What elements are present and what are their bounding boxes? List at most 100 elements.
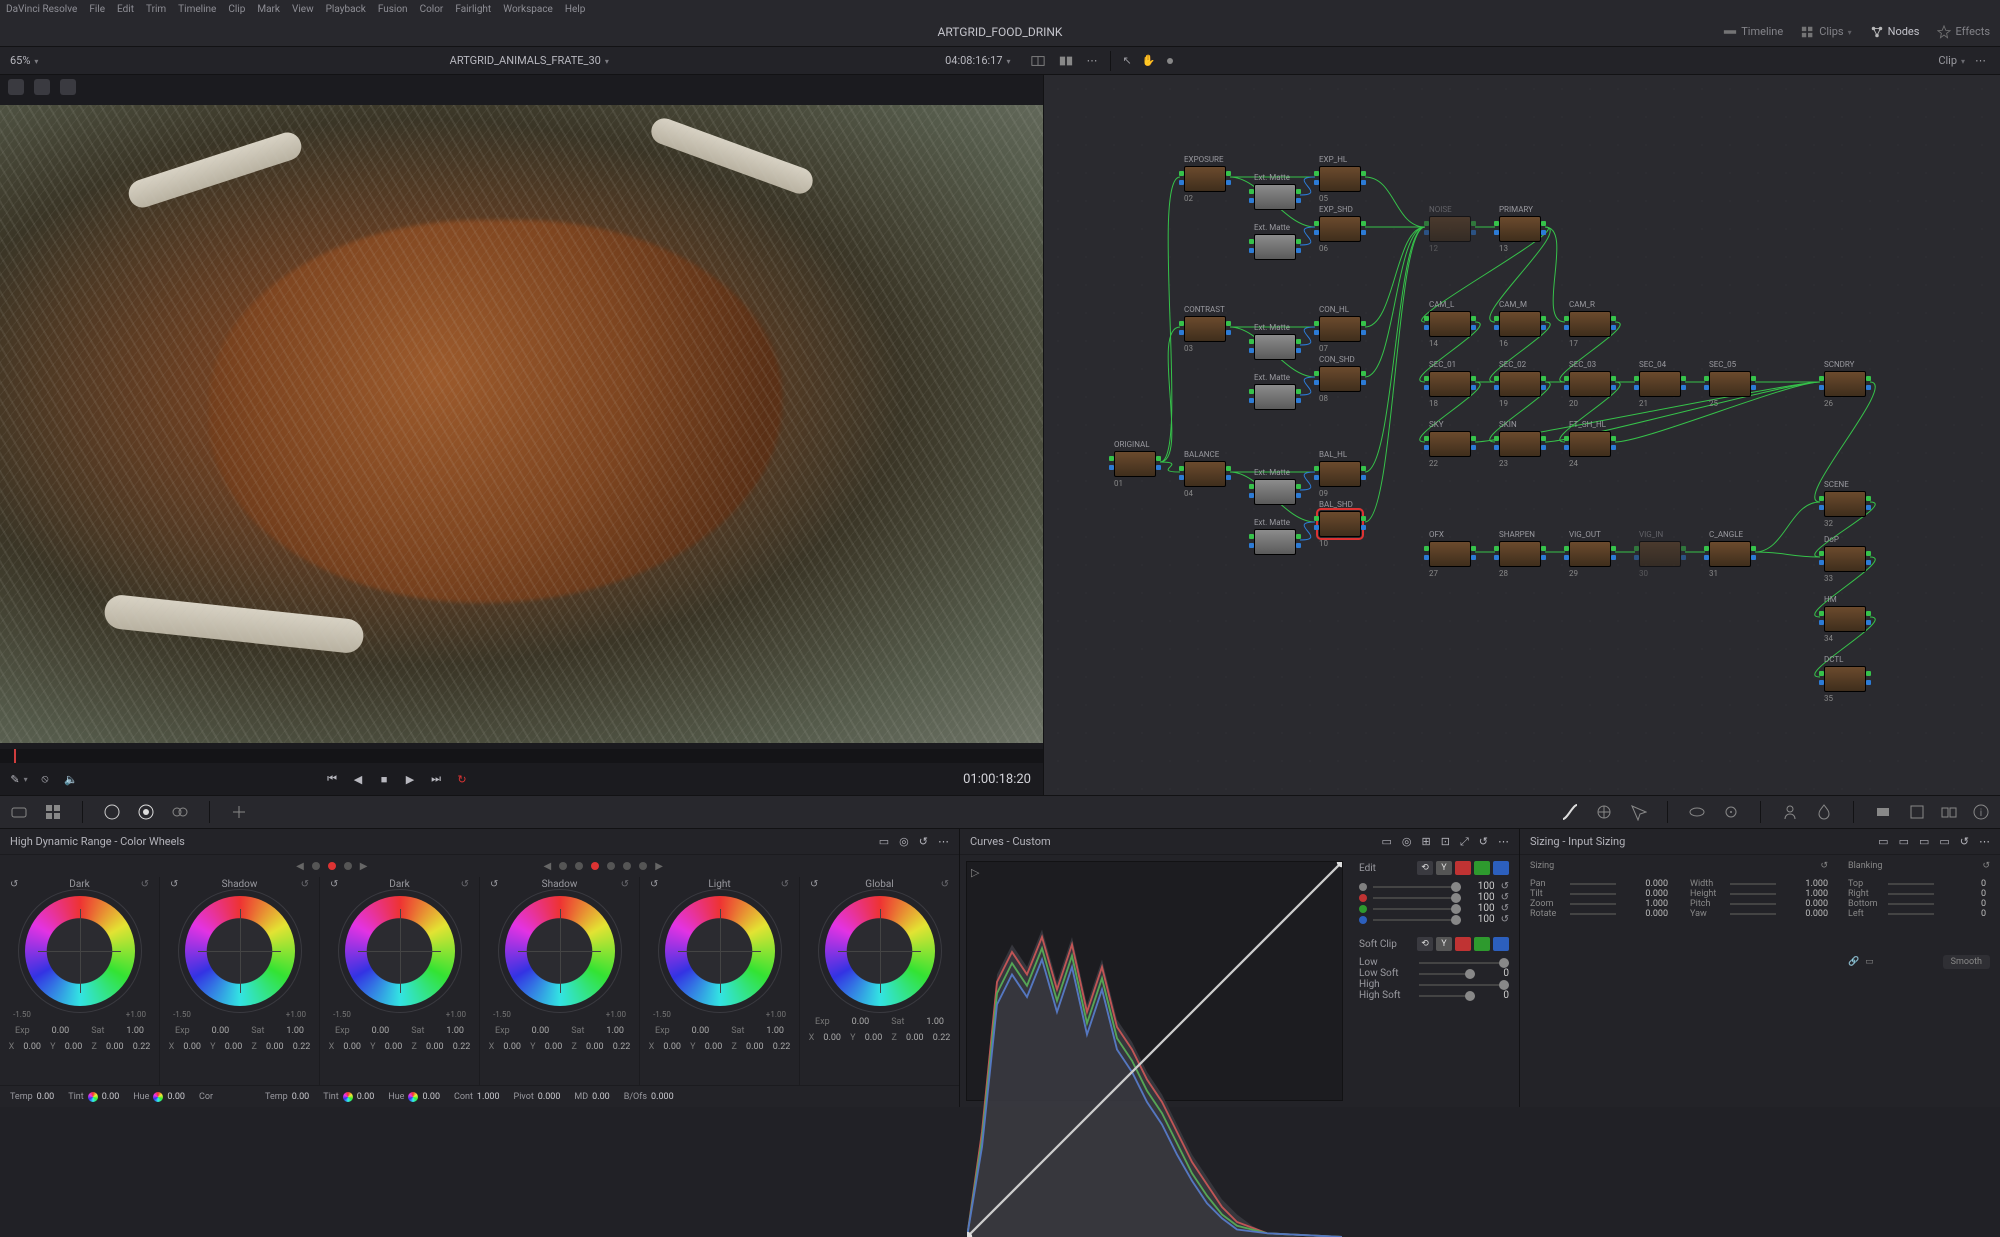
wheel-param-b/ofs[interactable]: B/Ofs0.000 — [624, 1092, 674, 1102]
sizing-mode-icon[interactable]: ▭ — [1899, 835, 1909, 848]
wheels-options-icon[interactable]: ⋯ — [938, 835, 949, 848]
node-cam_r[interactable]: CAM_R 17 — [1569, 300, 1611, 348]
wheels-nav-next[interactable]: ▶ — [655, 861, 663, 872]
viewer-mode-icon-2[interactable] — [34, 79, 50, 95]
blanking-row[interactable]: Left0 — [1848, 909, 1990, 919]
tracker-icon[interactable] — [1722, 803, 1740, 821]
wheel-param-md[interactable]: MD0.00 — [574, 1092, 609, 1102]
smooth-button[interactable]: Smooth — [1943, 955, 1990, 969]
node-dop[interactable]: DoP 33 — [1824, 535, 1866, 583]
wheel-reset-icon[interactable]: ↺ — [301, 879, 309, 890]
stop-icon[interactable]: ■ — [377, 772, 391, 786]
soft-channel-r[interactable] — [1455, 937, 1471, 951]
node-con_shd[interactable]: CON_SHD 08 — [1319, 355, 1361, 403]
pointer-tool-icon[interactable]: ↖ — [1123, 54, 1132, 67]
node-cam_l[interactable]: CAM_L 14 — [1429, 300, 1471, 348]
step-back-icon[interactable]: ◀ — [351, 772, 365, 786]
play-icon[interactable]: ▶ — [403, 772, 417, 786]
wheel-reset-icon[interactable]: ↺ — [141, 879, 149, 890]
reset-icon[interactable]: ↺ — [1501, 881, 1509, 892]
reset-icon[interactable]: ↺ — [1501, 892, 1509, 903]
sizing-row[interactable]: Rotate0.000 Yaw0.000 — [1530, 909, 1828, 919]
node-extmatte2b[interactable]: Ext. Matte — [1254, 373, 1296, 412]
node-dctl[interactable]: DCTL 35 — [1824, 655, 1866, 703]
first-frame-icon[interactable]: ⏮ — [325, 772, 339, 786]
curves-icon[interactable] — [1561, 803, 1579, 821]
node-c_angle[interactable]: C_ANGLE 31 — [1709, 530, 1751, 578]
hdr-wheels-icon[interactable] — [137, 803, 155, 821]
menu-file[interactable]: File — [89, 4, 105, 15]
image-wipe-icon[interactable] — [1031, 53, 1049, 67]
node-graph-pane[interactable]: ORIGINAL 01EXPOSURE 02CONTRAST 03BALANCE… — [1044, 75, 2000, 795]
viewer-scrub-bar[interactable] — [0, 749, 1043, 763]
sizing-row[interactable]: Zoom1.000 Pitch0.000 — [1530, 899, 1828, 909]
soft-channel-y[interactable]: Y — [1436, 937, 1452, 951]
node-extmatte3b[interactable]: Ext. Matte — [1254, 518, 1296, 557]
wheel-param-temp[interactable]: Temp0.00 — [10, 1092, 54, 1102]
node-vig_in[interactable]: VIG_IN 30 — [1639, 530, 1681, 578]
sizing-reset-icon[interactable]: ↺ — [1960, 835, 1969, 848]
color-wheel[interactable] — [505, 896, 615, 1006]
node-ft_sh_hl[interactable]: FT_SH_HL 24 — [1569, 420, 1611, 468]
blanking-row[interactable]: Top0 — [1848, 879, 1990, 889]
sizing-icon[interactable] — [1908, 803, 1926, 821]
wheels-nav-prev[interactable]: ◀ — [296, 861, 304, 872]
wheel-reset-icon[interactable]: ↺ — [490, 879, 498, 890]
key-icon[interactable] — [1874, 803, 1892, 821]
wheels-nav-next[interactable]: ▶ — [360, 861, 368, 872]
wheels-nav-dot[interactable] — [328, 862, 336, 870]
color-checker-icon[interactable] — [44, 803, 62, 821]
node-extmatte1[interactable]: Ext. Matte — [1254, 173, 1296, 212]
wheels-nav-dot[interactable] — [559, 862, 567, 870]
menu-workspace[interactable]: Workspace — [503, 4, 553, 15]
node-con_hl[interactable]: CON_HL 07 — [1319, 305, 1361, 353]
wheels-page-icon-2[interactable]: ◎ — [899, 835, 909, 848]
curve-intensity-slider[interactable]: 100↺ — [1359, 903, 1509, 914]
loop-icon[interactable]: ↻ — [455, 772, 469, 786]
color-wheel[interactable] — [185, 896, 295, 1006]
color-wheel[interactable] — [665, 896, 775, 1006]
wheel-reset-icon[interactable]: ↺ — [810, 879, 818, 890]
node-sky[interactable]: SKY 22 — [1429, 420, 1471, 468]
curves-mode-icon[interactable]: ⊞ — [1422, 835, 1431, 848]
soft-channel-b[interactable] — [1493, 937, 1509, 951]
node-ofx[interactable]: OFX 27 — [1429, 530, 1471, 578]
wheels-page-icon-1[interactable]: ▭ — [879, 835, 889, 848]
node-extmatte1b[interactable]: Ext. Matte — [1254, 223, 1296, 262]
wheels-nav-dot[interactable] — [344, 862, 352, 870]
color-wheel[interactable] — [825, 896, 935, 1006]
wheel-param-cont[interactable]: Cont1.000 — [454, 1092, 500, 1102]
softclip-slider[interactable]: High Soft 0 — [1359, 990, 1509, 1001]
node-sec_02[interactable]: SEC_02 19 — [1499, 360, 1541, 408]
link-icon[interactable]: ⟲ — [1417, 861, 1433, 875]
split-screen-icon[interactable] — [1059, 53, 1077, 67]
wheel-param-tint[interactable]: Tint0.00 — [323, 1092, 374, 1102]
node-sec_05[interactable]: SEC_05 25 — [1709, 360, 1751, 408]
curves-mode-icon[interactable]: ◎ — [1402, 835, 1412, 848]
curves-mode-icon[interactable]: ⊡ — [1441, 835, 1450, 848]
sizing-row[interactable]: Pan0.000 Width1.000 — [1530, 879, 1828, 889]
clip-name[interactable]: ARTGRID_ANIMALS_FRATE_30 — [450, 54, 601, 67]
node-contrast[interactable]: CONTRAST 03 — [1184, 305, 1226, 353]
node-original[interactable]: ORIGINAL 01 — [1114, 440, 1156, 488]
bypass-icon[interactable]: ⦸ — [38, 772, 52, 786]
menu-color[interactable]: Color — [420, 4, 444, 15]
info-icon[interactable]: i — [1972, 803, 1990, 821]
curve-play-icon[interactable]: ▷ — [971, 866, 979, 879]
blanking-row[interactable]: Bottom0 — [1848, 899, 1990, 909]
reset-icon[interactable]: ↺ — [1501, 914, 1509, 925]
wheel-param-cor[interactable]: Cor — [199, 1092, 217, 1102]
blanking-reset-icon[interactable]: ↺ — [1982, 861, 1990, 871]
node-hm[interactable]: HM 34 — [1824, 595, 1866, 643]
wheel-reset-icon[interactable]: ↺ — [10, 879, 18, 890]
wheel-param-hue[interactable]: Hue0.00 — [388, 1092, 440, 1102]
wheels-nav-dot[interactable] — [312, 862, 320, 870]
curves-options-icon[interactable]: ⋯ — [1498, 835, 1509, 848]
color-warper-icon[interactable] — [1595, 803, 1613, 821]
curve-intensity-slider[interactable]: 100↺ — [1359, 892, 1509, 903]
wheel-param-tint[interactable]: Tint0.00 — [68, 1092, 119, 1102]
node-cam_m[interactable]: CAM_M 16 — [1499, 300, 1541, 348]
menu-view[interactable]: View — [292, 4, 314, 15]
wheel-param-temp[interactable]: Temp0.00 — [265, 1092, 309, 1102]
curve-channel-g[interactable] — [1474, 861, 1490, 875]
